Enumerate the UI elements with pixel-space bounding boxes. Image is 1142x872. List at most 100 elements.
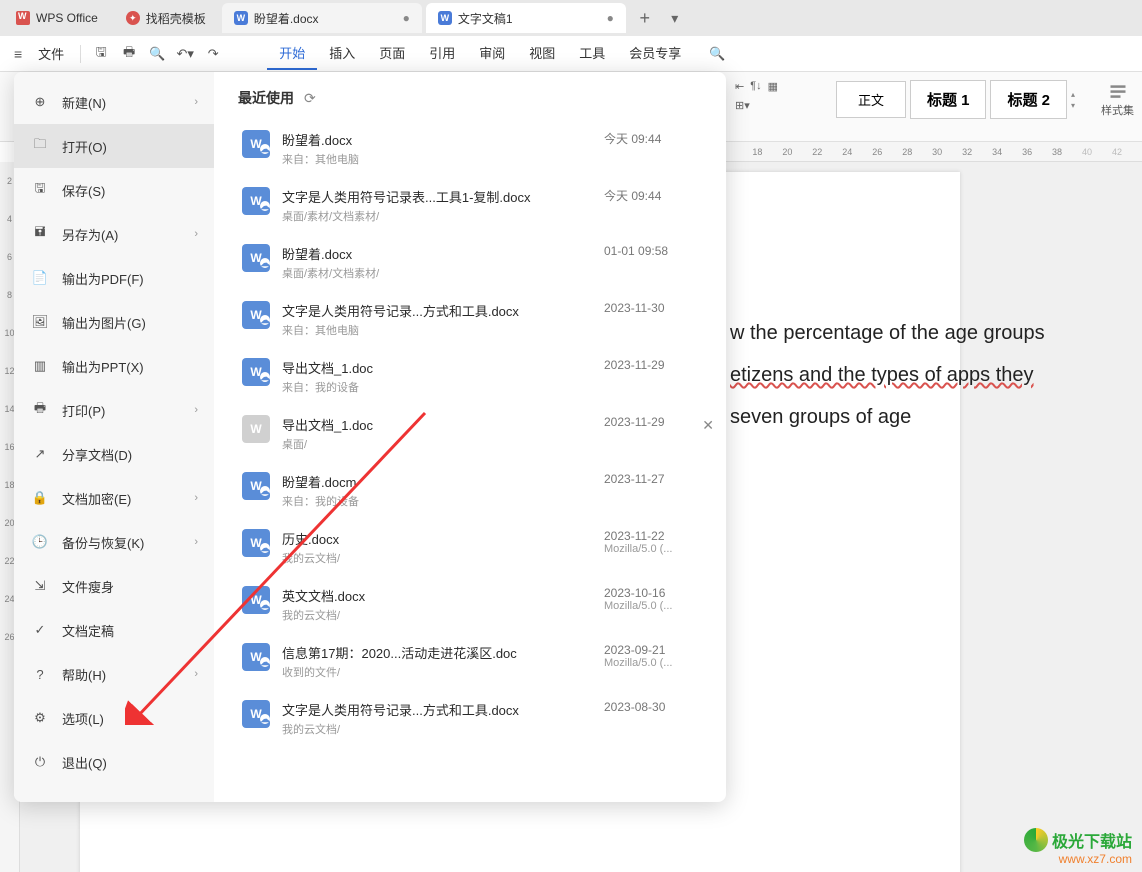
fm-encrypt[interactable]: 🔒文档加密(E)› <box>14 476 214 520</box>
file-date: 2023-09-21 <box>604 643 714 657</box>
fm-open[interactable]: 🗀打开(O) <box>14 124 214 168</box>
help-icon: ? <box>30 664 50 684</box>
fm-share[interactable]: ↗分享文档(D) <box>14 432 214 476</box>
fm-label: 输出为PDF(F) <box>62 269 144 288</box>
recent-file-item[interactable]: W文字是人类用符号记录...方式和工具.docx我的云文档/2023-08-30 <box>238 690 718 747</box>
doc-text[interactable]: etizens and the types of apps they <box>730 354 870 396</box>
file-source: 桌面/素材/文档素材/ <box>282 265 604 281</box>
file-source: 我的云文档/ <box>282 721 604 737</box>
recent-file-item[interactable]: W英文文档.docx我的云文档/2023-10-16Mozilla/5.0 (.… <box>238 576 718 633</box>
tab-reference[interactable]: 引用 <box>417 37 467 70</box>
wps-logo-icon <box>16 11 30 25</box>
style-heading1[interactable]: 标题 1 <box>910 80 987 119</box>
fm-new[interactable]: ⊕新建(N)› <box>14 80 214 124</box>
fm-save[interactable]: 🖫保存(S) <box>14 168 214 212</box>
recent-file-item[interactable]: W文字是人类用符号记录...方式和工具.docx来自：其他电脑2023-11-3… <box>238 291 718 348</box>
v-tick: 22 <box>4 542 14 580</box>
v-tick: 20 <box>4 504 14 542</box>
fm-print[interactable]: 🖶打印(P)› <box>14 388 214 432</box>
doc-text[interactable]: w the percentage of the age groups <box>730 312 870 354</box>
fm-help[interactable]: ?帮助(H)› <box>14 652 214 696</box>
tab-doc-1[interactable]: W 盼望着.docx ● <box>222 3 422 33</box>
file-info: 盼望着.docx桌面/素材/文档素材/ <box>282 244 604 281</box>
style-heading2[interactable]: 标题 2 <box>990 80 1067 119</box>
file-menu-button[interactable]: 文件 <box>28 40 74 67</box>
ppt-icon: ▥ <box>30 356 50 376</box>
file-menu-sidebar: ⊕新建(N)› 🗀打开(O) 🖫保存(S) 🖬另存为(A)› 📄输出为PDF(F… <box>14 72 214 802</box>
pilcrow-icon[interactable]: ¶↓ <box>750 80 761 93</box>
fm-exit[interactable]: ⏻退出(Q) <box>14 740 214 784</box>
close-icon[interactable]: ● <box>403 11 410 25</box>
fm-backup[interactable]: 🕒备份与恢复(K)› <box>14 520 214 564</box>
fm-export-ppt[interactable]: ▥输出为PPT(X) <box>14 344 214 388</box>
tab-doc-2[interactable]: W 文字文稿1 ● <box>426 3 626 33</box>
recent-file-item[interactable]: W导出文档_1.doc桌面/2023-11-29✕ <box>238 405 718 462</box>
recent-file-item[interactable]: W信息第17期：2020...活动走进花溪区.doc收到的文件/2023-09-… <box>238 633 718 690</box>
indent-icon[interactable]: ⇤ <box>735 80 744 93</box>
file-info: 盼望着.docx来自：其他电脑 <box>282 130 604 167</box>
fm-slim[interactable]: ⇲文件瘦身 <box>14 564 214 608</box>
fm-options[interactable]: ⚙选项(L) <box>14 696 214 740</box>
tab-wps-office[interactable]: WPS Office <box>4 3 110 33</box>
v-tick: 26 <box>4 618 14 656</box>
new-tab-button[interactable]: + <box>630 8 660 29</box>
v-tick: 14 <box>4 390 14 428</box>
style-gallery-expand[interactable]: ▴▾ <box>1071 90 1087 110</box>
doc-icon: W <box>242 529 270 557</box>
stamp-icon: ✓ <box>30 620 50 640</box>
fm-saveas[interactable]: 🖬另存为(A)› <box>14 212 214 256</box>
doc-icon: W <box>242 187 270 215</box>
search-icon[interactable]: 🔍 <box>705 42 729 66</box>
file-name: 盼望着.docm <box>282 472 604 491</box>
style-normal[interactable]: 正文 <box>836 81 906 118</box>
file-date: 2023-11-29 <box>604 358 714 372</box>
tab-template[interactable]: ✦ 找稻壳模板 <box>114 3 218 33</box>
print-icon[interactable]: 🖶 <box>117 42 141 66</box>
recent-file-item[interactable]: W盼望着.docx桌面/素材/文档素材/01-01 09:58 <box>238 234 718 291</box>
tab-view[interactable]: 视图 <box>517 37 567 70</box>
file-source: 收到的文件/ <box>282 664 604 680</box>
tab-review[interactable]: 审阅 <box>467 37 517 70</box>
saveas-icon: 🖬 <box>30 224 50 244</box>
doc-text[interactable]: seven groups of age <box>730 396 870 438</box>
border-icon[interactable]: ⊞▾ <box>735 99 750 112</box>
tab-overflow-button[interactable]: ▾ <box>660 10 690 27</box>
file-meta: 2023-10-16Mozilla/5.0 (... <box>604 586 714 612</box>
file-date: 2023-11-30 <box>604 301 714 315</box>
file-source: 我的云文档/ <box>282 607 604 623</box>
tab-insert[interactable]: 插入 <box>317 37 367 70</box>
file-info: 信息第17期：2020...活动走进花溪区.doc收到的文件/ <box>282 643 604 680</box>
recent-file-item[interactable]: W盼望着.docm来自：我的设备2023-11-27 <box>238 462 718 519</box>
tab-member[interactable]: 会员专享 <box>617 37 693 70</box>
recent-file-item[interactable]: W文字是人类用符号记录表...工具1-复制.docx桌面/素材/文档素材/今天 … <box>238 177 718 234</box>
doc-icon: W <box>242 700 270 728</box>
recent-files-panel: 最近使用 ⟳ W盼望着.docx来自：其他电脑今天 09:44W文字是人类用符号… <box>214 72 726 802</box>
tab-start[interactable]: 开始 <box>267 37 317 70</box>
fm-finalize[interactable]: ✓文档定稿 <box>14 608 214 652</box>
fm-export-pdf[interactable]: 📄输出为PDF(F) <box>14 256 214 300</box>
undo-icon[interactable]: ↶▾ <box>173 42 197 66</box>
v-tick: 18 <box>4 466 14 504</box>
recent-file-item[interactable]: W盼望着.docx来自：其他电脑今天 09:44 <box>238 120 718 177</box>
save-icon[interactable]: 🖫 <box>89 42 113 66</box>
fm-export-image[interactable]: 🖼输出为图片(G) <box>14 300 214 344</box>
backup-icon: 🕒 <box>30 532 50 552</box>
recent-file-item[interactable]: W导出文档_1.doc来自：我的设备2023-11-29 <box>238 348 718 405</box>
close-icon[interactable]: ● <box>607 11 614 25</box>
plus-doc-icon: ⊕ <box>30 92 50 112</box>
hamburger-icon[interactable]: ≡ <box>8 42 28 66</box>
refresh-icon[interactable]: ⟳ <box>304 90 316 107</box>
recent-file-item[interactable]: W历史.docx我的云文档/2023-11-22Mozilla/5.0 (... <box>238 519 718 576</box>
fm-label: 文件瘦身 <box>62 577 114 596</box>
tab-page[interactable]: 页面 <box>367 37 417 70</box>
grid-icon[interactable]: ▦ <box>768 80 778 93</box>
redo-icon[interactable]: ↷ <box>201 42 225 66</box>
doc-icon: W <box>242 244 270 272</box>
preview-icon[interactable]: 🔍 <box>145 42 169 66</box>
ruler-tick: 40 <box>1082 147 1112 157</box>
close-icon[interactable]: ✕ <box>702 417 714 434</box>
style-collection-button[interactable]: 样式集 <box>1101 82 1134 118</box>
file-source: 桌面/素材/文档素材/ <box>282 208 604 224</box>
tab-tools[interactable]: 工具 <box>567 37 617 70</box>
file-date: 今天 09:44 <box>604 130 714 147</box>
